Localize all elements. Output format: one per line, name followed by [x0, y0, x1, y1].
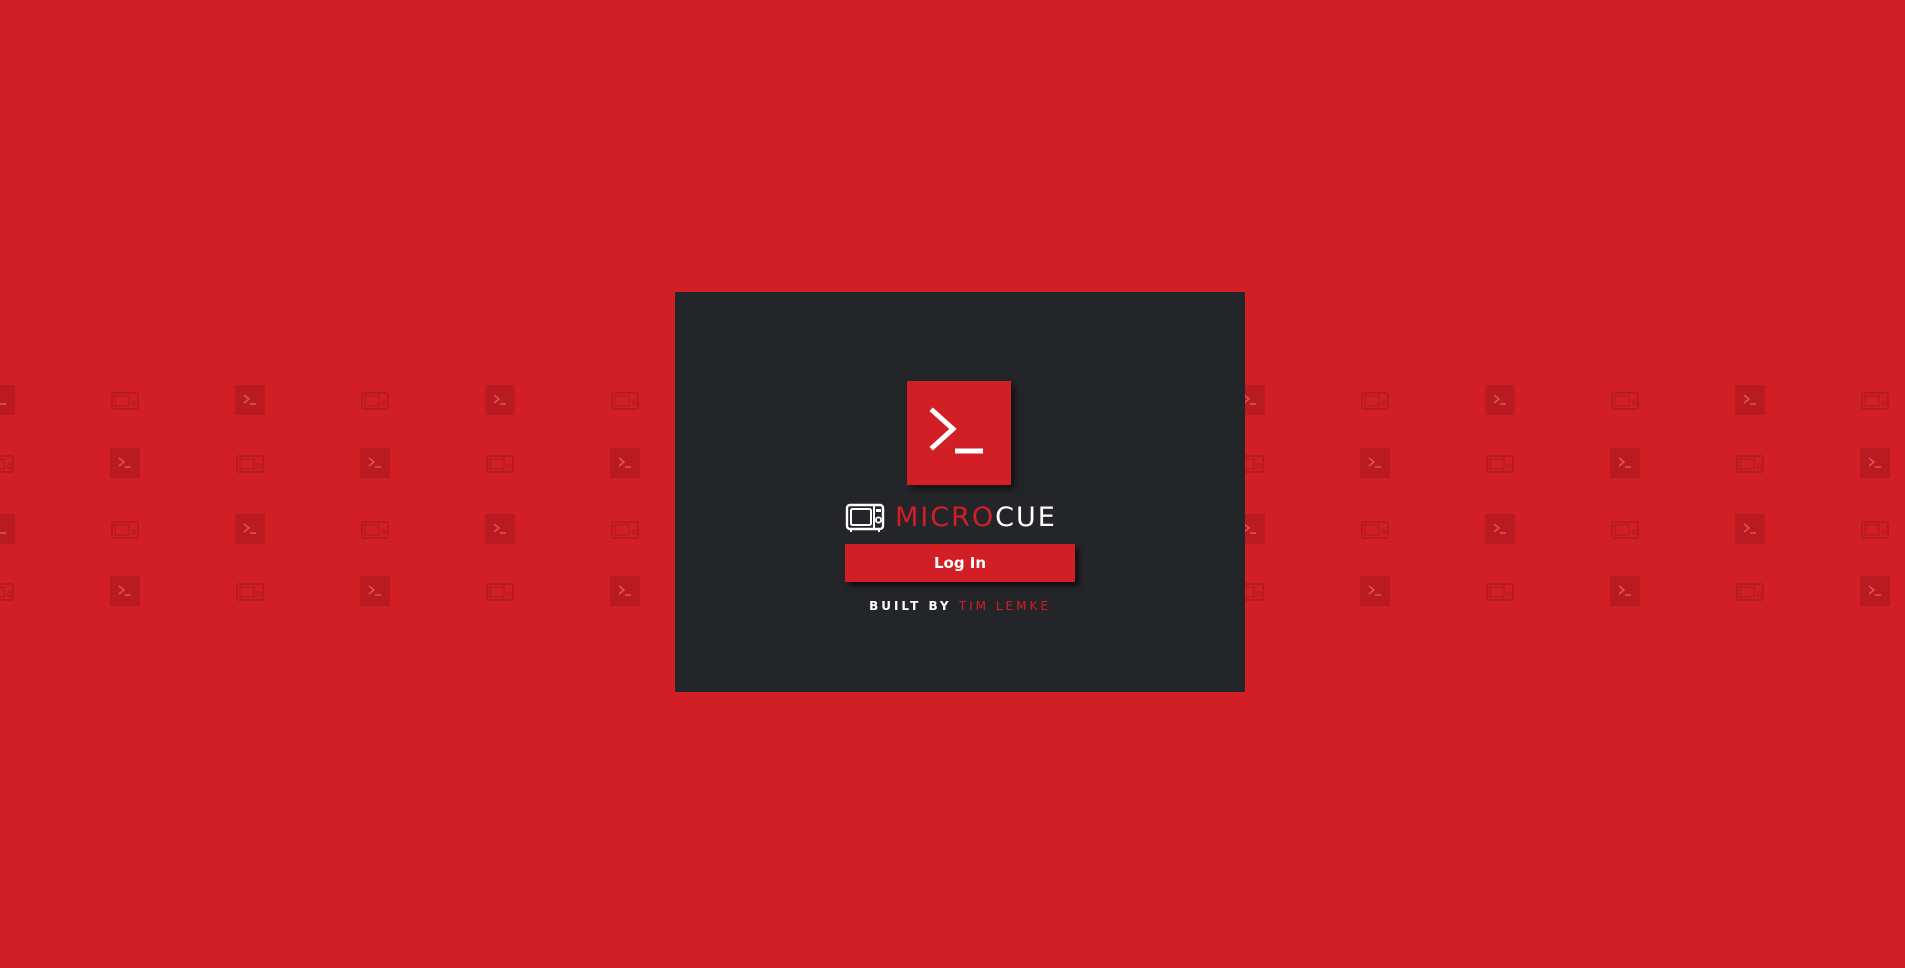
- microwave-icon: [485, 576, 515, 606]
- brand-name-cue: CUE: [995, 502, 1057, 533]
- microwave-icon: [0, 576, 15, 606]
- terminal-prompt-icon: [235, 514, 265, 544]
- microwave-icon: [1360, 385, 1390, 415]
- terminal-prompt-icon: [360, 576, 390, 606]
- terminal-prompt-icon: [1610, 448, 1640, 478]
- terminal-prompt-icon: [1610, 576, 1640, 606]
- terminal-prompt-icon: [0, 514, 15, 544]
- microwave-icon: [235, 576, 265, 606]
- terminal-prompt-icon: [1860, 448, 1890, 478]
- terminal-prompt-icon: [610, 576, 640, 606]
- terminal-prompt-icon: [110, 448, 140, 478]
- brand-name: MICROCUE: [895, 500, 1057, 536]
- terminal-prompt-icon: [1860, 576, 1890, 606]
- terminal-prompt-icon: [0, 385, 15, 415]
- microwave-icon: [1735, 448, 1765, 478]
- login-page: MICROCUE Log In BUILT BY TIM LEMKE: [0, 0, 1905, 968]
- microwave-icon: [610, 385, 640, 415]
- terminal-prompt-icon: [485, 385, 515, 415]
- microwave-icon: [1610, 514, 1640, 544]
- brand: MICROCUE: [845, 500, 1077, 536]
- microwave-icon: [360, 385, 390, 415]
- microwave-icon: [1860, 514, 1890, 544]
- microwave-icon: [1485, 576, 1515, 606]
- terminal-prompt-icon: [1485, 385, 1515, 415]
- login-card: MICROCUE Log In BUILT BY TIM LEMKE: [675, 292, 1245, 692]
- author-link[interactable]: TIM LEMKE: [959, 599, 1051, 613]
- terminal-prompt-icon: [610, 448, 640, 478]
- microwave-icon: [235, 448, 265, 478]
- microwave-icon: [1860, 385, 1890, 415]
- microwave-icon: [1485, 448, 1515, 478]
- terminal-prompt-icon: [1360, 448, 1390, 478]
- credit-prefix: BUILT BY: [869, 599, 952, 613]
- terminal-prompt-icon: [1360, 576, 1390, 606]
- terminal-prompt-icon: [1485, 514, 1515, 544]
- terminal-prompt-icon: [110, 576, 140, 606]
- terminal-prompt-icon: [485, 514, 515, 544]
- microwave-icon: [0, 448, 15, 478]
- login-button[interactable]: Log In: [845, 544, 1075, 582]
- microwave-icon: [845, 502, 885, 534]
- credit-line: BUILT BY TIM LEMKE: [675, 599, 1245, 613]
- terminal-prompt-icon: [1735, 385, 1765, 415]
- microwave-icon: [110, 514, 140, 544]
- microwave-icon: [610, 514, 640, 544]
- terminal-prompt-icon: [235, 385, 265, 415]
- microwave-icon: [360, 514, 390, 544]
- microwave-icon: [1610, 385, 1640, 415]
- microwave-icon: [110, 385, 140, 415]
- microwave-icon: [485, 448, 515, 478]
- brand-name-micro: MICRO: [895, 502, 996, 533]
- microwave-icon: [1735, 576, 1765, 606]
- terminal-prompt-icon: [1735, 514, 1765, 544]
- terminal-prompt-icon: [360, 448, 390, 478]
- terminal-prompt-icon: [907, 381, 1011, 485]
- microwave-icon: [1360, 514, 1390, 544]
